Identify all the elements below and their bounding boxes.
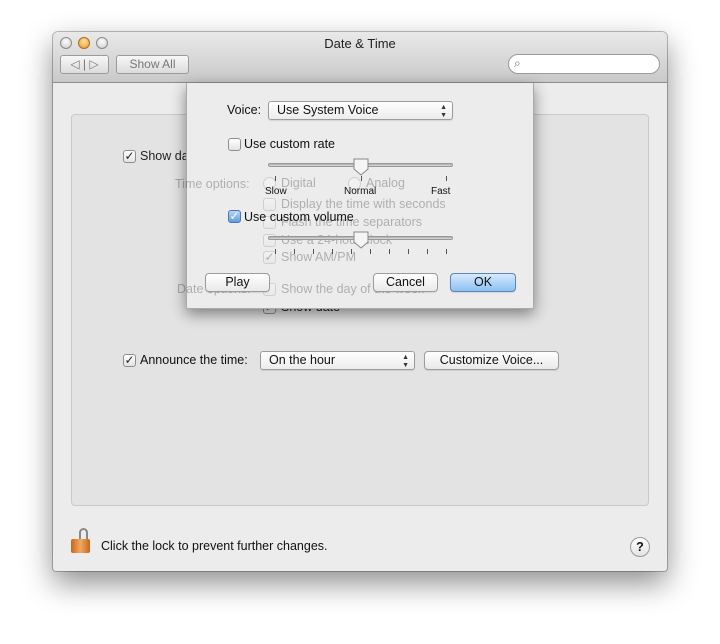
time-options-label: Time options: <box>175 177 250 191</box>
slider-tick <box>389 249 390 254</box>
customize-voice-button[interactable]: Customize Voice... <box>424 351 559 370</box>
lock-icon[interactable] <box>71 528 93 554</box>
updown-arrows-icon: ▲ ▼ <box>402 354 409 369</box>
custom-volume-checkbox[interactable]: ✓ <box>228 210 241 223</box>
show-menu-bar-checkbox[interactable]: ✓ <box>123 150 136 163</box>
fast-label: Fast <box>431 186 451 197</box>
window-title: Date & Time <box>324 36 396 51</box>
forward-icon[interactable]: ▷ <box>89 57 98 71</box>
updown-arrows-icon: ▲ ▼ <box>440 104 447 119</box>
play-button[interactable]: Play <box>205 273 270 292</box>
search-icon: ⌕ <box>514 56 521 70</box>
announce-interval-popup[interactable]: On the hour ▲ ▼ <box>260 351 415 370</box>
slider-tick <box>408 249 409 254</box>
slow-label: Slow <box>265 186 287 197</box>
voice-popup[interactable]: Use System Voice ▲ ▼ <box>268 101 453 120</box>
slider-tick <box>332 249 333 254</box>
slider-tick <box>294 249 295 254</box>
rate-slider-thumb[interactable] <box>353 158 369 176</box>
announce-time-checkbox[interactable]: ✓ <box>123 354 136 367</box>
slider-tick <box>427 249 428 254</box>
slider-tick <box>446 176 447 181</box>
slider-tick <box>275 176 276 181</box>
back-icon[interactable]: ◁ <box>70 57 79 71</box>
show-all-button[interactable]: Show All <box>116 55 189 74</box>
lock-message: Click the lock to prevent further change… <box>101 539 328 553</box>
display-seconds-label: Display the time with seconds <box>281 197 446 211</box>
search-input[interactable]: ⌕ <box>508 54 660 74</box>
slider-tick <box>313 249 314 254</box>
cancel-button[interactable]: Cancel <box>373 273 438 292</box>
voice-label: Voice: <box>227 103 262 117</box>
slider-tick <box>351 249 352 254</box>
custom-rate-checkbox[interactable] <box>228 138 241 151</box>
custom-volume-label: Use custom volume <box>244 210 354 224</box>
slider-tick <box>360 176 362 181</box>
slider-tick <box>446 249 447 254</box>
slider-tick <box>370 249 371 254</box>
volume-slider-thumb[interactable] <box>353 231 369 249</box>
announce-interval-value: On the hour <box>269 353 336 367</box>
custom-rate-label: Use custom rate <box>244 137 336 151</box>
title-bar: Date & Time ◁ | ▷ Show All ⌕ <box>53 32 667 83</box>
announce-time-label: Announce the time: <box>140 353 248 367</box>
slider-tick <box>275 249 276 254</box>
back-forward-buttons[interactable]: ◁ | ▷ <box>60 55 109 74</box>
ok-button[interactable]: OK <box>450 273 516 292</box>
normal-label: Normal <box>344 186 377 197</box>
show-ampm-label: Show AM/PM <box>281 250 357 264</box>
help-button[interactable]: ? <box>630 537 650 557</box>
voice-value: Use System Voice <box>277 103 379 117</box>
